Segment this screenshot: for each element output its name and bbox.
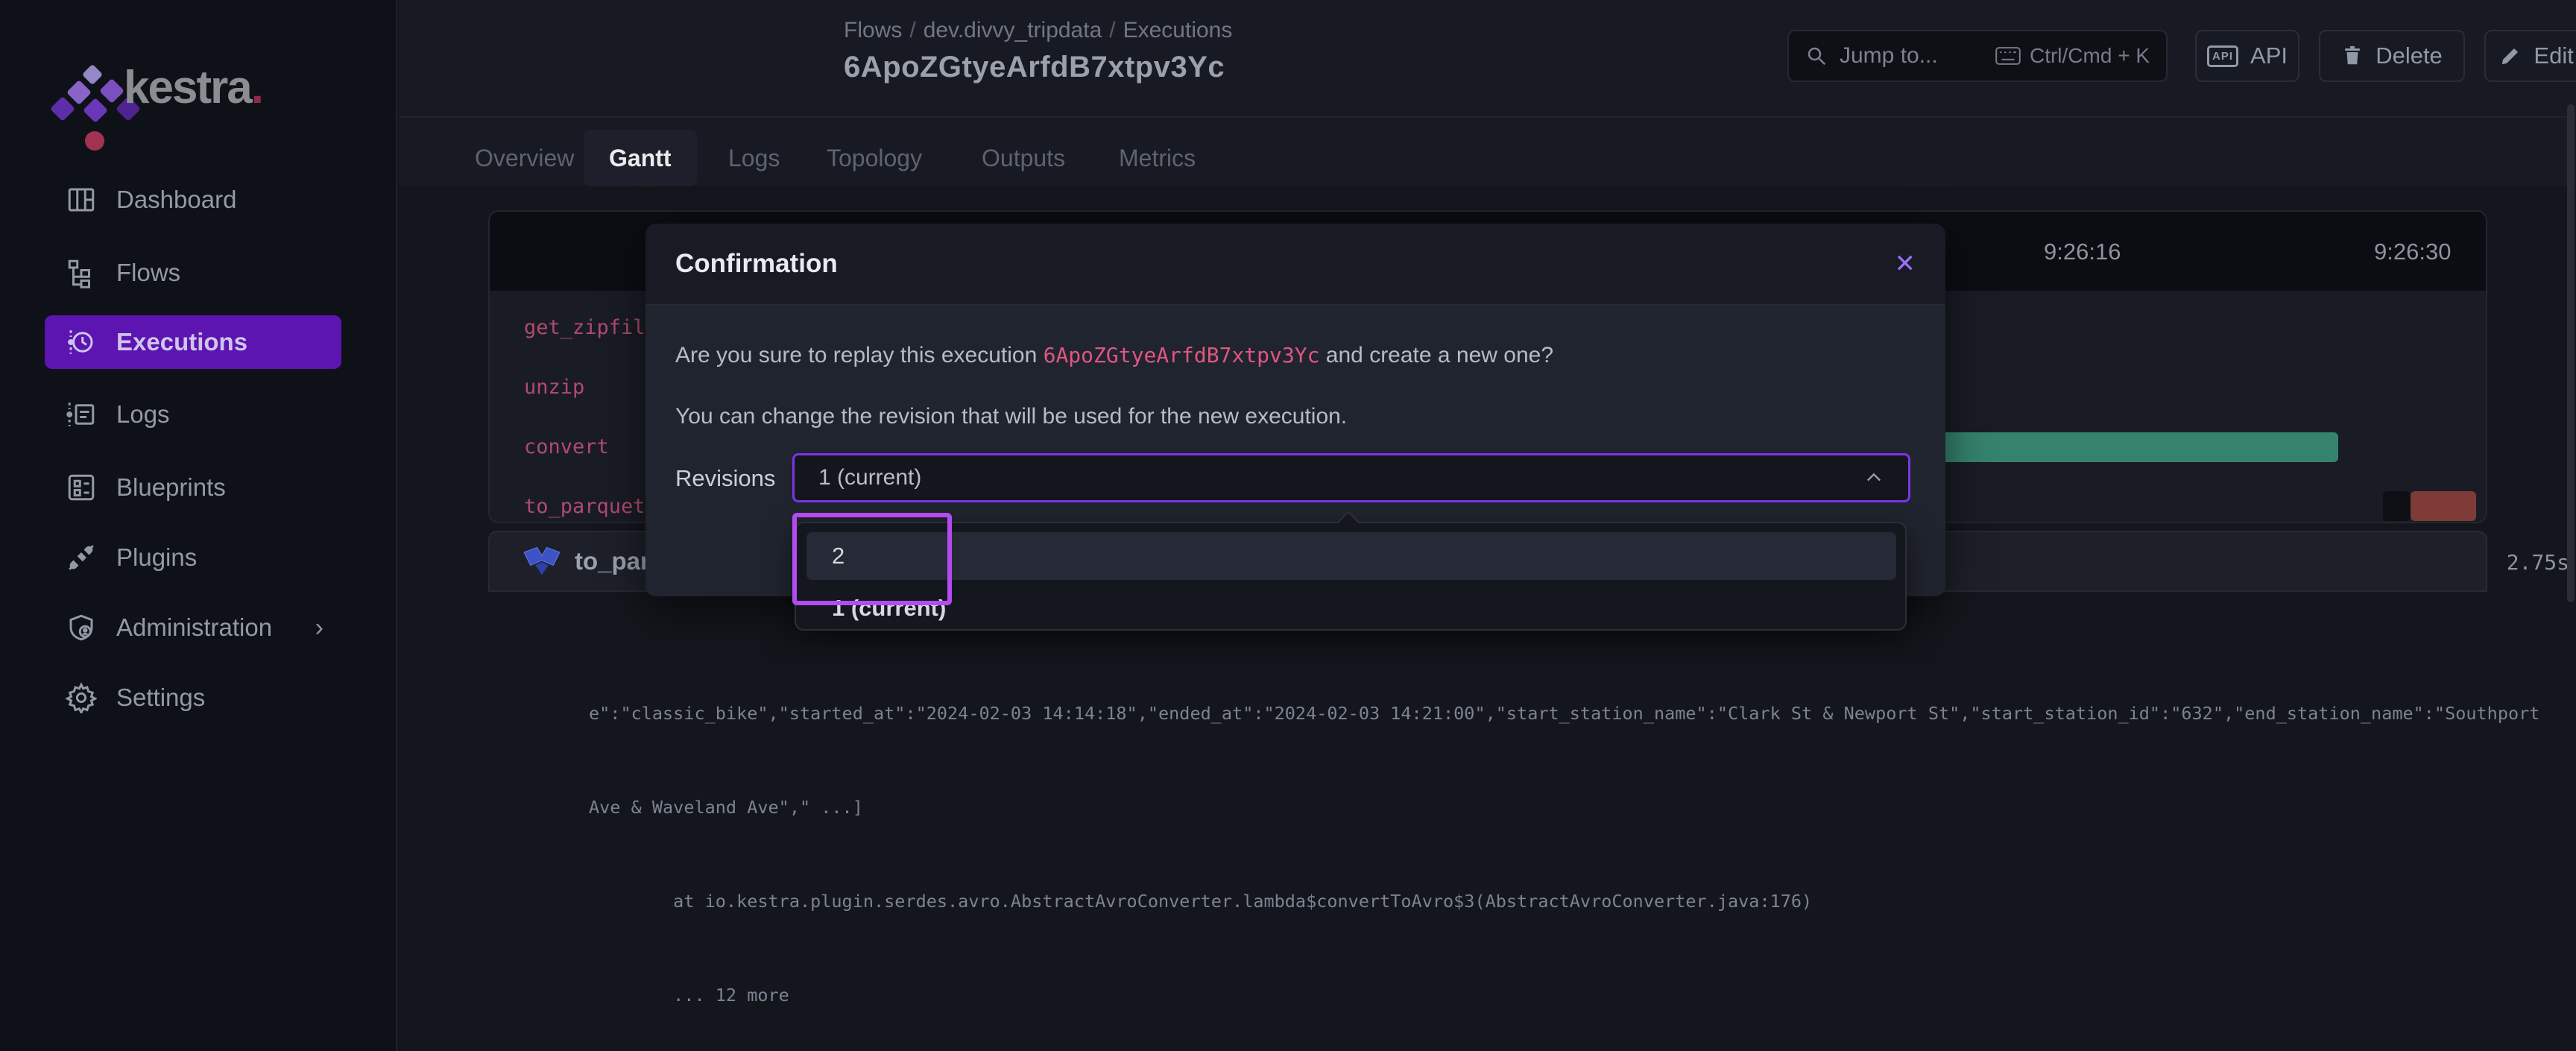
api-icon: API xyxy=(2207,45,2238,67)
modal-header: Confirmation ✕ xyxy=(645,224,1945,306)
executions-icon xyxy=(66,326,97,358)
sidebar-item-label: Logs xyxy=(116,400,170,429)
revisions-selected-value: 1 (current) xyxy=(818,465,921,490)
sidebar-item-flows[interactable]: Flows xyxy=(45,246,341,300)
revisions-label: Revisions xyxy=(675,465,775,492)
breadcrumb-flows[interactable]: Flows xyxy=(844,18,902,42)
kestra-app: kestra. Dashboard Flows Executions Logs … xyxy=(0,0,2576,1051)
revisions-dropdown-menu: 2 1 (current) xyxy=(795,522,1907,631)
gantt-bar-toparquet-created[interactable] xyxy=(2383,491,2411,521)
modal-title: Confirmation xyxy=(675,249,838,279)
revision-option-2[interactable]: 2 xyxy=(806,532,1896,580)
gear-icon xyxy=(66,682,97,713)
jump-to-search[interactable]: Jump to... Ctrl/Cmd + K xyxy=(1787,30,2168,82)
log-line: at io.kestra.plugin.serdes.avro.Abstract… xyxy=(589,886,2572,917)
jump-to-placeholder: Jump to... xyxy=(1840,43,1983,69)
sidebar: kestra. Dashboard Flows Executions Logs … xyxy=(0,0,397,1051)
tab-topology[interactable]: Topology xyxy=(801,130,947,186)
tab-overview[interactable]: Overview xyxy=(449,130,599,186)
vertical-scrollbar[interactable] xyxy=(2567,104,2575,602)
log-line: e":"classic_bike","started_at":"2024-02-… xyxy=(589,698,2572,729)
sidebar-item-blueprints[interactable]: Blueprints xyxy=(45,461,341,514)
plugins-icon xyxy=(66,542,97,573)
sidebar-item-dashboard[interactable]: Dashboard xyxy=(45,173,341,227)
gantt-timestamp: 9:26:30 xyxy=(2374,239,2451,265)
chevron-up-icon xyxy=(1863,467,1884,488)
trash-icon xyxy=(2341,44,2364,68)
task-duration: 2.75s xyxy=(2472,550,2569,575)
close-icon[interactable]: ✕ xyxy=(1895,249,1916,279)
sidebar-item-plugins[interactable]: Plugins xyxy=(45,531,341,584)
breadcrumb: Flows/dev.divvy_tripdata/Executions xyxy=(844,18,1232,43)
sidebar-item-label: Settings xyxy=(116,684,205,712)
log-line: ... 12 more xyxy=(589,979,2572,1011)
edit-flow-button[interactable]: Edit flow xyxy=(2484,30,2576,82)
log-line: Ave & Waveland Ave"," ...] xyxy=(589,792,2572,823)
tab-logs[interactable]: Logs xyxy=(703,130,805,186)
logs-icon xyxy=(66,399,97,430)
kestra-logo-text: kestra. xyxy=(124,61,262,114)
sidebar-item-label: Executions xyxy=(116,328,247,356)
sidebar-item-label: Dashboard xyxy=(116,186,236,214)
pencil-icon xyxy=(2499,45,2522,67)
sidebar-item-logs[interactable]: Logs xyxy=(45,388,341,441)
top-header: Flows/dev.divvy_tripdata/Executions 6Apo… xyxy=(399,0,2576,116)
gantt-task-label[interactable]: to_parquet xyxy=(524,495,645,518)
sidebar-item-settings[interactable]: Settings xyxy=(45,671,341,725)
sidebar-item-label: Administration xyxy=(116,613,272,642)
gantt-task-label[interactable]: convert xyxy=(524,435,609,458)
gantt-timestamp: 9:26:16 xyxy=(2044,239,2121,265)
sidebar-item-label: Blueprints xyxy=(116,473,226,502)
modal-hint: You can change the revision that will be… xyxy=(675,404,1347,429)
dashboard-icon xyxy=(66,184,97,215)
plugin-task-icon xyxy=(523,546,561,578)
tab-gantt[interactable]: Gantt xyxy=(584,130,697,186)
chevron-right-icon: › xyxy=(315,613,323,643)
tab-outputs[interactable]: Outputs xyxy=(956,130,1090,186)
sidebar-item-label: Flows xyxy=(116,259,180,287)
keyboard-icon xyxy=(1995,46,2021,66)
kestra-logo[interactable]: kestra. xyxy=(61,66,329,125)
breadcrumb-namespace[interactable]: dev.divvy_tripdata xyxy=(924,18,1102,42)
tab-metrics[interactable]: Metrics xyxy=(1093,130,1221,186)
gantt-task-label[interactable]: unzip xyxy=(524,376,584,399)
breadcrumb-executions[interactable]: Executions xyxy=(1123,18,1233,42)
blueprints-icon xyxy=(66,472,97,503)
execution-id: 6ApoZGtyeArfdB7xtpv3Yc xyxy=(1044,343,1320,367)
sidebar-item-executions[interactable]: Executions xyxy=(45,315,341,369)
administration-icon xyxy=(66,612,97,643)
task-log-output: e":"classic_bike","started_at":"2024-02-… xyxy=(589,635,2572,1051)
gantt-bar-toparquet-failed[interactable] xyxy=(2411,491,2476,521)
kestra-logo-icon xyxy=(61,67,115,121)
revisions-select[interactable]: 1 (current) xyxy=(792,453,1910,502)
api-button[interactable]: API API xyxy=(2195,30,2299,82)
flows-icon xyxy=(66,257,97,288)
gantt-task-label[interactable]: get_zipfile xyxy=(524,316,657,339)
execution-tabbar: Overview Gantt Logs Topology Outputs Met… xyxy=(399,116,2576,186)
search-icon xyxy=(1805,45,1828,67)
page-title: 6ApoZGtyeArfdB7xtpv3Yc xyxy=(844,51,1225,84)
delete-button[interactable]: Delete xyxy=(2319,30,2465,82)
logo-dot: . xyxy=(251,62,262,113)
shortcut-hint: Ctrl/Cmd + K xyxy=(1995,44,2150,68)
sidebar-item-administration[interactable]: Administration › xyxy=(45,601,341,654)
sidebar-item-label: Plugins xyxy=(116,543,197,572)
revision-option-1-current[interactable]: 1 (current) xyxy=(806,584,1896,632)
modal-question: Are you sure to replay this execution 6A… xyxy=(675,343,1553,368)
